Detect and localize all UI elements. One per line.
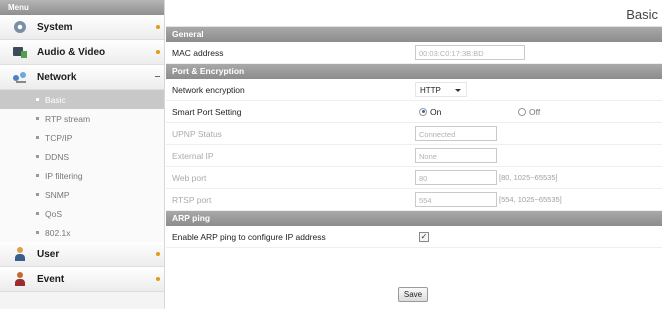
subitem-label: IP filtering	[45, 170, 83, 181]
bullet-icon	[36, 193, 39, 196]
external-ip-row: External IP None	[166, 145, 662, 167]
sidebar-subitem-rtp-stream[interactable]: RTP stream	[0, 109, 164, 128]
audio-video-icon	[13, 45, 27, 59]
network-encryption-row: Network encryption HTTP	[166, 79, 662, 101]
rtsp-port-range-hint: [554, 1025~65535]	[499, 195, 562, 204]
smart-port-row: Smart Port Setting On Off	[166, 101, 662, 123]
sidebar-subitem-8021x[interactable]: 802.1x	[0, 223, 164, 242]
network-encryption-select[interactable]: HTTP	[415, 82, 467, 97]
web-port-range-hint: [80, 1025~65535]	[499, 173, 558, 182]
bullet-icon	[36, 212, 39, 215]
subitem-label: TCP/IP	[45, 132, 73, 143]
sidebar-item-label: Network	[37, 71, 77, 83]
smart-port-on-radio[interactable]: On	[419, 107, 441, 117]
expand-dot-icon	[156, 252, 160, 256]
arp-ping-label: Enable ARP ping to configure IP address	[172, 231, 326, 242]
subitem-label: Basic	[45, 94, 66, 105]
radio-unselected-icon	[518, 107, 526, 116]
smart-port-off-radio[interactable]: Off	[518, 107, 540, 117]
collapse-dash-icon	[155, 76, 160, 77]
sidebar-subitem-basic[interactable]: Basic	[0, 90, 164, 109]
radio-on-label: On	[430, 106, 442, 117]
section-arp-ping-header: ARP ping	[166, 211, 662, 226]
sidebar-item-label: Audio & Video	[37, 46, 106, 58]
network-icon	[13, 70, 27, 84]
sidebar-item-label: User	[37, 248, 60, 260]
sidebar-item-network[interactable]: Network	[0, 65, 164, 90]
web-port-label: Web port	[172, 172, 207, 183]
sidebar-item-label: System	[37, 21, 73, 33]
radio-selected-icon	[419, 107, 427, 116]
upnp-status-field: Connected	[415, 126, 497, 141]
sidebar-item-user[interactable]: User	[0, 242, 164, 267]
expand-dot-icon	[156, 25, 160, 29]
subitem-label: RTP stream	[45, 113, 91, 124]
upnp-status-label: UPNP Status	[172, 128, 222, 139]
page-title: Basic	[166, 0, 662, 27]
bullet-icon	[36, 98, 39, 101]
bullet-icon	[36, 174, 39, 177]
sidebar-subitem-tcp-ip[interactable]: TCP/IP	[0, 128, 164, 147]
subitem-label: SNMP	[45, 189, 70, 200]
rtsp-port-row: RTSP port 554 [554, 1025~65535]	[166, 189, 662, 211]
rtsp-port-label: RTSP port	[172, 194, 212, 205]
web-port-row: Web port 80 [80, 1025~65535]	[166, 167, 662, 189]
subitem-label: DDNS	[45, 151, 70, 162]
event-icon	[13, 272, 27, 286]
bullet-icon	[36, 155, 39, 158]
mac-address-label: MAC address	[172, 47, 224, 58]
arp-ping-checkbox[interactable]: ✓	[419, 231, 429, 242]
expand-dot-icon	[156, 277, 160, 281]
smart-port-label: Smart Port Setting	[172, 106, 242, 117]
expand-dot-icon	[156, 50, 160, 54]
sidebar-subitem-snmp[interactable]: SNMP	[0, 185, 164, 204]
external-ip-label: External IP	[172, 150, 214, 161]
sidebar-item-system[interactable]: System	[0, 15, 164, 40]
user-icon	[13, 247, 27, 261]
upnp-status-row: UPNP Status Connected	[166, 123, 662, 145]
sidebar-menu: Menu System Audio & Video Network Basic …	[0, 0, 165, 309]
subitem-label: QoS	[45, 208, 63, 219]
sidebar-item-audio-video[interactable]: Audio & Video	[0, 40, 164, 65]
bullet-icon	[36, 117, 39, 120]
sidebar-item-event[interactable]: Event	[0, 267, 164, 292]
chevron-down-icon	[455, 89, 461, 92]
bullet-icon	[36, 231, 39, 234]
section-general-header: General	[166, 27, 662, 42]
mac-address-field: 00:03:C0:17:3B:BD	[415, 45, 525, 60]
network-encryption-value: HTTP	[420, 86, 441, 95]
arp-ping-row: Enable ARP ping to configure IP address …	[166, 226, 662, 248]
save-button[interactable]: Save	[398, 287, 428, 302]
rtsp-port-input[interactable]: 554	[415, 192, 497, 207]
sidebar-item-label: Event	[37, 273, 65, 285]
section-port-encryption-header: Port & Encryption	[166, 64, 662, 79]
main-panel: Basic General MAC address 00:03:C0:17:3B…	[166, 0, 662, 309]
web-port-input[interactable]: 80	[415, 170, 497, 185]
subitem-label: 802.1x	[45, 227, 71, 238]
bullet-icon	[36, 136, 39, 139]
network-submenu: Basic RTP stream TCP/IP DDNS IP filterin…	[0, 90, 164, 242]
sidebar-subitem-ddns[interactable]: DDNS	[0, 147, 164, 166]
mac-address-row: MAC address 00:03:C0:17:3B:BD	[166, 42, 662, 64]
radio-off-label: Off	[529, 106, 541, 117]
system-icon	[13, 20, 27, 34]
network-encryption-label: Network encryption	[172, 84, 245, 95]
menu-header: Menu	[0, 0, 164, 15]
sidebar-subitem-ip-filtering[interactable]: IP filtering	[0, 166, 164, 185]
external-ip-field: None	[415, 148, 497, 163]
sidebar-subitem-qos[interactable]: QoS	[0, 204, 164, 223]
